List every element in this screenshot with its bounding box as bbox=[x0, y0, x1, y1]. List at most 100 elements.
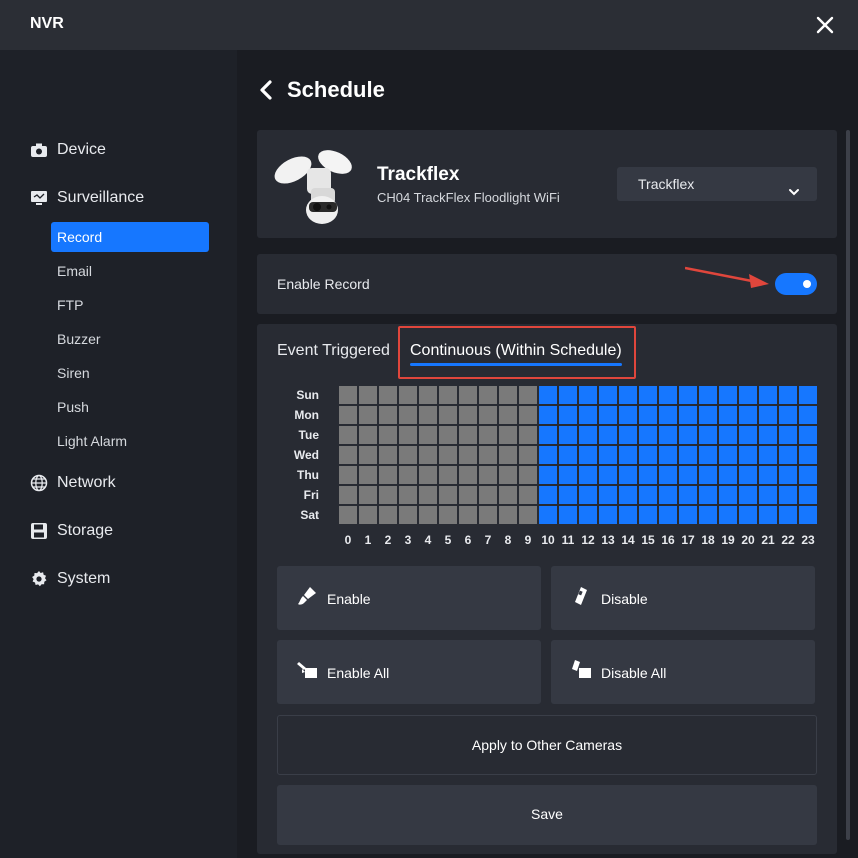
schedule-cell[interactable] bbox=[639, 386, 657, 404]
schedule-cell[interactable] bbox=[739, 406, 757, 424]
schedule-cell[interactable] bbox=[579, 386, 597, 404]
schedule-cell[interactable] bbox=[639, 466, 657, 484]
schedule-cell[interactable] bbox=[459, 406, 477, 424]
schedule-cell[interactable] bbox=[519, 406, 537, 424]
schedule-cell[interactable] bbox=[519, 446, 537, 464]
scrollbar[interactable] bbox=[846, 130, 850, 840]
schedule-cell[interactable] bbox=[479, 466, 497, 484]
schedule-cell[interactable] bbox=[579, 406, 597, 424]
schedule-cell[interactable] bbox=[459, 426, 477, 444]
schedule-cell[interactable] bbox=[639, 446, 657, 464]
schedule-cell[interactable] bbox=[459, 506, 477, 524]
schedule-cell[interactable] bbox=[439, 446, 457, 464]
schedule-cell[interactable] bbox=[399, 486, 417, 504]
schedule-cell[interactable] bbox=[519, 506, 537, 524]
schedule-cell[interactable] bbox=[619, 386, 637, 404]
schedule-cell[interactable] bbox=[559, 466, 577, 484]
schedule-cell[interactable] bbox=[439, 466, 457, 484]
schedule-cell[interactable] bbox=[599, 406, 617, 424]
schedule-cell[interactable] bbox=[619, 426, 637, 444]
schedule-cell[interactable] bbox=[539, 446, 557, 464]
schedule-cell[interactable] bbox=[739, 466, 757, 484]
schedule-cell[interactable] bbox=[679, 446, 697, 464]
schedule-cell[interactable] bbox=[499, 446, 517, 464]
schedule-cell[interactable] bbox=[419, 466, 437, 484]
sidebar-item-storage[interactable]: Storage bbox=[30, 519, 113, 543]
schedule-cell[interactable] bbox=[599, 446, 617, 464]
schedule-cell[interactable] bbox=[679, 426, 697, 444]
schedule-cell[interactable] bbox=[399, 466, 417, 484]
schedule-cell[interactable] bbox=[779, 486, 797, 504]
disable-button[interactable]: Disable bbox=[551, 566, 815, 630]
schedule-cell[interactable] bbox=[779, 506, 797, 524]
schedule-cell[interactable] bbox=[579, 486, 597, 504]
schedule-cell[interactable] bbox=[719, 406, 737, 424]
schedule-cell[interactable] bbox=[739, 386, 757, 404]
schedule-cell[interactable] bbox=[499, 426, 517, 444]
schedule-cell[interactable] bbox=[659, 426, 677, 444]
schedule-cell[interactable] bbox=[799, 446, 817, 464]
sidebar-item-network[interactable]: Network bbox=[30, 471, 116, 495]
schedule-cell[interactable] bbox=[759, 466, 777, 484]
schedule-cell[interactable] bbox=[519, 486, 537, 504]
schedule-cell[interactable] bbox=[579, 426, 597, 444]
schedule-cell[interactable] bbox=[379, 506, 397, 524]
sidebar-item-light-alarm[interactable]: Light Alarm bbox=[51, 426, 209, 456]
schedule-cell[interactable] bbox=[799, 466, 817, 484]
schedule-cell[interactable] bbox=[379, 386, 397, 404]
schedule-cell[interactable] bbox=[759, 506, 777, 524]
schedule-cell[interactable] bbox=[499, 506, 517, 524]
schedule-cell[interactable] bbox=[399, 506, 417, 524]
schedule-cell[interactable] bbox=[359, 386, 377, 404]
schedule-cell[interactable] bbox=[359, 466, 377, 484]
schedule-cell[interactable] bbox=[479, 446, 497, 464]
schedule-cell[interactable] bbox=[739, 446, 757, 464]
schedule-cell[interactable] bbox=[779, 446, 797, 464]
schedule-cell[interactable] bbox=[499, 486, 517, 504]
schedule-cell[interactable] bbox=[639, 406, 657, 424]
schedule-cell[interactable] bbox=[719, 426, 737, 444]
schedule-cell[interactable] bbox=[339, 506, 357, 524]
schedule-cell[interactable] bbox=[419, 426, 437, 444]
schedule-grid[interactable] bbox=[339, 386, 819, 526]
schedule-cell[interactable] bbox=[479, 426, 497, 444]
schedule-cell[interactable] bbox=[619, 506, 637, 524]
schedule-cell[interactable] bbox=[419, 406, 437, 424]
schedule-cell[interactable] bbox=[699, 426, 717, 444]
schedule-cell[interactable] bbox=[479, 386, 497, 404]
schedule-cell[interactable] bbox=[699, 506, 717, 524]
schedule-cell[interactable] bbox=[639, 486, 657, 504]
schedule-cell[interactable] bbox=[699, 486, 717, 504]
schedule-cell[interactable] bbox=[699, 386, 717, 404]
sidebar-item-push[interactable]: Push bbox=[51, 392, 209, 422]
schedule-cell[interactable] bbox=[699, 406, 717, 424]
schedule-cell[interactable] bbox=[399, 426, 417, 444]
schedule-cell[interactable] bbox=[419, 506, 437, 524]
schedule-cell[interactable] bbox=[479, 406, 497, 424]
schedule-cell[interactable] bbox=[659, 446, 677, 464]
schedule-cell[interactable] bbox=[659, 466, 677, 484]
schedule-cell[interactable] bbox=[759, 486, 777, 504]
sidebar-item-device[interactable]: Device bbox=[30, 138, 106, 162]
close-icon[interactable] bbox=[812, 12, 838, 38]
schedule-cell[interactable] bbox=[719, 486, 737, 504]
schedule-cell[interactable] bbox=[659, 486, 677, 504]
schedule-cell[interactable] bbox=[339, 426, 357, 444]
schedule-cell[interactable] bbox=[419, 386, 437, 404]
schedule-cell[interactable] bbox=[339, 386, 357, 404]
schedule-cell[interactable] bbox=[499, 386, 517, 404]
schedule-cell[interactable] bbox=[599, 426, 617, 444]
schedule-cell[interactable] bbox=[539, 406, 557, 424]
sidebar-item-surveillance[interactable]: Surveillance bbox=[30, 186, 144, 210]
schedule-cell[interactable] bbox=[619, 486, 637, 504]
schedule-cell[interactable] bbox=[459, 466, 477, 484]
schedule-cell[interactable] bbox=[379, 426, 397, 444]
schedule-cell[interactable] bbox=[399, 386, 417, 404]
schedule-cell[interactable] bbox=[459, 386, 477, 404]
schedule-cell[interactable] bbox=[659, 386, 677, 404]
schedule-cell[interactable] bbox=[379, 406, 397, 424]
schedule-cell[interactable] bbox=[539, 506, 557, 524]
schedule-cell[interactable] bbox=[539, 466, 557, 484]
apply-to-other-cameras-button[interactable]: Apply to Other Cameras bbox=[277, 715, 817, 775]
schedule-cell[interactable] bbox=[639, 426, 657, 444]
